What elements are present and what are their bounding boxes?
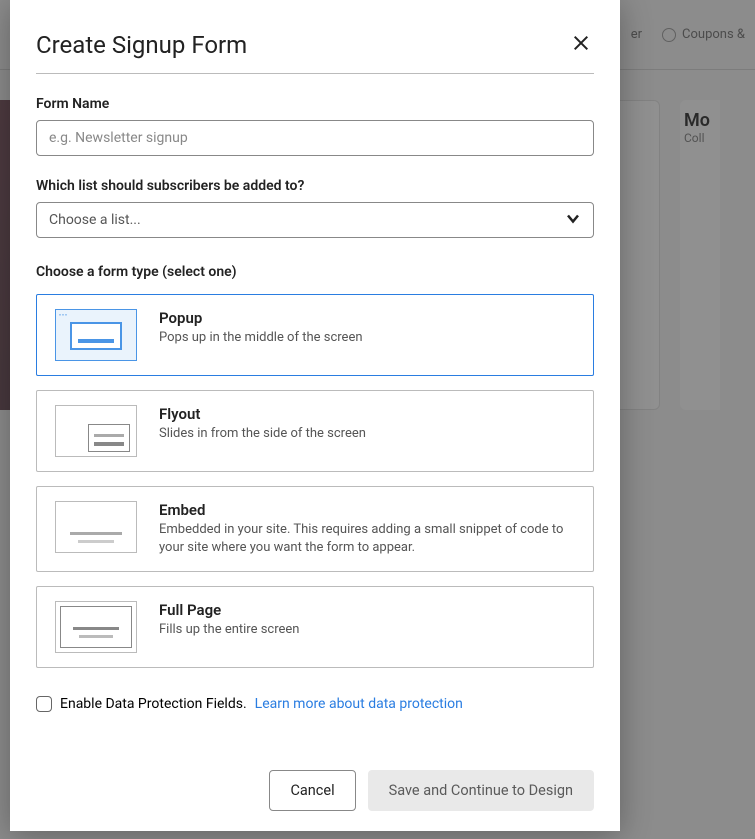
- close-icon: [572, 34, 590, 52]
- embed-thumb-icon: [55, 501, 137, 553]
- popup-thumb-icon: •••: [55, 309, 137, 361]
- form-type-fullpage[interactable]: Full Page Fills up the entire screen: [36, 586, 594, 668]
- form-type-label: Choose a form type (select one): [36, 264, 594, 280]
- data-protection-row: Enable Data Protection Fields. Learn mor…: [36, 696, 594, 712]
- modal-footer: Cancel Save and Continue to Design: [36, 750, 594, 811]
- form-type-title: Full Page: [159, 601, 575, 619]
- form-type-embed[interactable]: Embed Embedded in your site. This requir…: [36, 486, 594, 572]
- form-type-popup[interactable]: ••• Popup Pops up in the middle of the s…: [36, 294, 594, 376]
- flyout-thumb-icon: [55, 405, 137, 457]
- form-type-title: Flyout: [159, 405, 575, 423]
- form-type-title: Embed: [159, 501, 575, 519]
- data-protection-link[interactable]: Learn more about data protection: [255, 696, 463, 712]
- modal-title: Create Signup Form: [36, 31, 247, 59]
- create-signup-form-modal: Create Signup Form Form Name Which list …: [10, 0, 620, 831]
- list-select-wrap: Choose a list...: [36, 202, 594, 238]
- data-protection-label: Enable Data Protection Fields.: [60, 696, 247, 712]
- form-type-desc: Pops up in the middle of the screen: [159, 329, 575, 347]
- form-type-title: Popup: [159, 309, 575, 327]
- list-select[interactable]: Choose a list...: [36, 202, 594, 238]
- data-protection-checkbox[interactable]: [36, 696, 52, 712]
- close-button[interactable]: [568, 30, 594, 59]
- list-label: Which list should subscribers be added t…: [36, 178, 594, 194]
- form-type-desc: Slides in from the side of the screen: [159, 425, 575, 443]
- cancel-button[interactable]: Cancel: [269, 770, 355, 811]
- fullpage-thumb-icon: [55, 601, 137, 653]
- modal-header: Create Signup Form: [36, 30, 594, 74]
- form-name-input[interactable]: [36, 120, 594, 156]
- form-name-label: Form Name: [36, 96, 594, 112]
- form-type-desc: Fills up the entire screen: [159, 621, 575, 639]
- save-continue-button[interactable]: Save and Continue to Design: [368, 770, 594, 811]
- form-type-desc: Embedded in your site. This requires add…: [159, 521, 575, 557]
- form-type-flyout[interactable]: Flyout Slides in from the side of the sc…: [36, 390, 594, 472]
